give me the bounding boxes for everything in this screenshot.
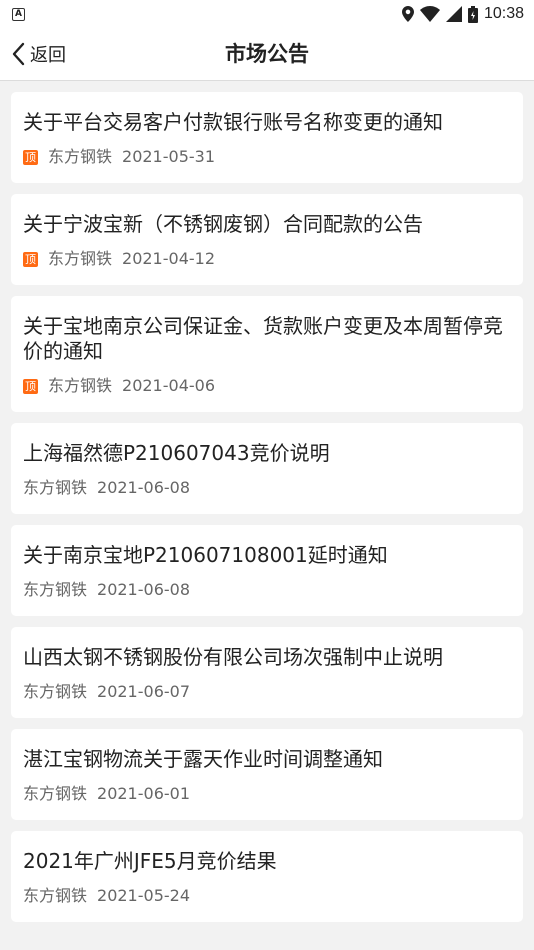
announcement-date: 2021-06-08 xyxy=(97,478,190,497)
announcement-card[interactable]: 关于宁波宝新（不锈钢废钢）合同配款的公告顶东方钢铁 2021-04-12 xyxy=(11,194,523,285)
announcement-card[interactable]: 2021年广州JFE5月竞价结果东方钢铁 2021-05-24 xyxy=(11,831,523,922)
announcement-title: 关于南京宝地P210607108001延时通知 xyxy=(23,543,388,567)
announcement-source: 东方钢铁 xyxy=(23,478,88,497)
announcement-meta: 东方钢铁 2021-06-07 xyxy=(23,682,511,702)
announcement-meta: 顶东方钢铁 2021-04-06 xyxy=(23,376,511,396)
announcement-card[interactable]: 关于南京宝地P210607108001延时通知东方钢铁 2021-06-08 xyxy=(11,525,523,616)
announcement-source: 东方钢铁 xyxy=(23,580,88,599)
signal-icon xyxy=(445,6,462,22)
announcement-date: 2021-06-01 xyxy=(97,784,190,803)
announcement-card[interactable]: 山西太钢不锈钢股份有限公司场次强制中止说明东方钢铁 2021-06-07 xyxy=(11,627,523,718)
announcement-title: 上海福然德P210607043竞价说明 xyxy=(23,441,330,465)
back-label: 返回 xyxy=(30,45,66,66)
pinned-badge: 顶 xyxy=(23,251,38,267)
announcement-list: 关于平台交易客户付款银行账号名称变更的通知顶东方钢铁 2021-05-31 关于宁波… xyxy=(11,92,523,933)
announcement-title: 关于宁波宝新（不锈钢废钢）合同配款的公告 xyxy=(23,212,423,236)
wifi-icon xyxy=(419,6,440,22)
announcement-title: 关于宝地南京公司保证金、货款账户变更及本周暂停竞价的通知 xyxy=(23,314,503,363)
announcement-meta: 顶东方钢铁 2021-05-31 xyxy=(23,147,511,167)
announcement-card[interactable]: 湛江宝钢物流关于露天作业时间调整通知东方钢铁 2021-06-01 xyxy=(11,729,523,820)
back-button[interactable]: 返回 xyxy=(12,28,66,80)
announcement-source: 东方钢铁 xyxy=(23,886,88,905)
status-bar: A 10:38 xyxy=(0,0,534,28)
announcement-card[interactable]: 关于宝地南京公司保证金、货款账户变更及本周暂停竞价的通知顶东方钢铁 2021-04… xyxy=(11,296,523,412)
announcement-date: 2021-05-24 xyxy=(97,886,190,905)
page-title: 市场公告 xyxy=(225,42,309,66)
announcement-meta: 东方钢铁 2021-05-24 xyxy=(23,886,511,906)
pinned-badge: 顶 xyxy=(23,378,38,394)
announcement-title: 关于平台交易客户付款银行账号名称变更的通知 xyxy=(23,110,443,134)
announcement-date: 2021-06-07 xyxy=(97,682,190,701)
announcement-date: 2021-05-31 xyxy=(122,147,215,166)
announcement-title: 山西太钢不锈钢股份有限公司场次强制中止说明 xyxy=(23,645,443,669)
announcement-meta: 东方钢铁 2021-06-08 xyxy=(23,478,511,498)
announcement-meta: 东方钢铁 2021-06-01 xyxy=(23,784,511,804)
announcement-source: 东方钢铁 xyxy=(48,249,113,268)
pinned-badge: 顶 xyxy=(23,149,38,165)
location-icon xyxy=(401,6,414,22)
announcement-meta: 东方钢铁 2021-06-08 xyxy=(23,580,511,600)
notification-icon: A xyxy=(12,7,25,21)
announcement-source: 东方钢铁 xyxy=(23,784,88,803)
announcement-date: 2021-04-06 xyxy=(122,376,215,395)
chevron-left-icon xyxy=(12,42,25,66)
battery-icon xyxy=(467,5,478,23)
announcement-date: 2021-04-12 xyxy=(122,249,215,268)
announcement-title: 2021年广州JFE5月竞价结果 xyxy=(23,849,277,873)
announcement-source: 东方钢铁 xyxy=(48,376,113,395)
announcement-meta: 顶东方钢铁 2021-04-12 xyxy=(23,249,511,269)
announcement-source: 东方钢铁 xyxy=(48,147,113,166)
announcement-card[interactable]: 上海福然德P210607043竞价说明东方钢铁 2021-06-08 xyxy=(11,423,523,514)
announcement-date: 2021-06-08 xyxy=(97,580,190,599)
announcement-card[interactable]: 关于平台交易客户付款银行账号名称变更的通知顶东方钢铁 2021-05-31 xyxy=(11,92,523,183)
announcement-title: 湛江宝钢物流关于露天作业时间调整通知 xyxy=(23,747,383,771)
app-header: 返回 市场公告 xyxy=(0,28,534,81)
announcement-source: 东方钢铁 xyxy=(23,682,88,701)
status-time: 10:38 xyxy=(483,5,524,22)
